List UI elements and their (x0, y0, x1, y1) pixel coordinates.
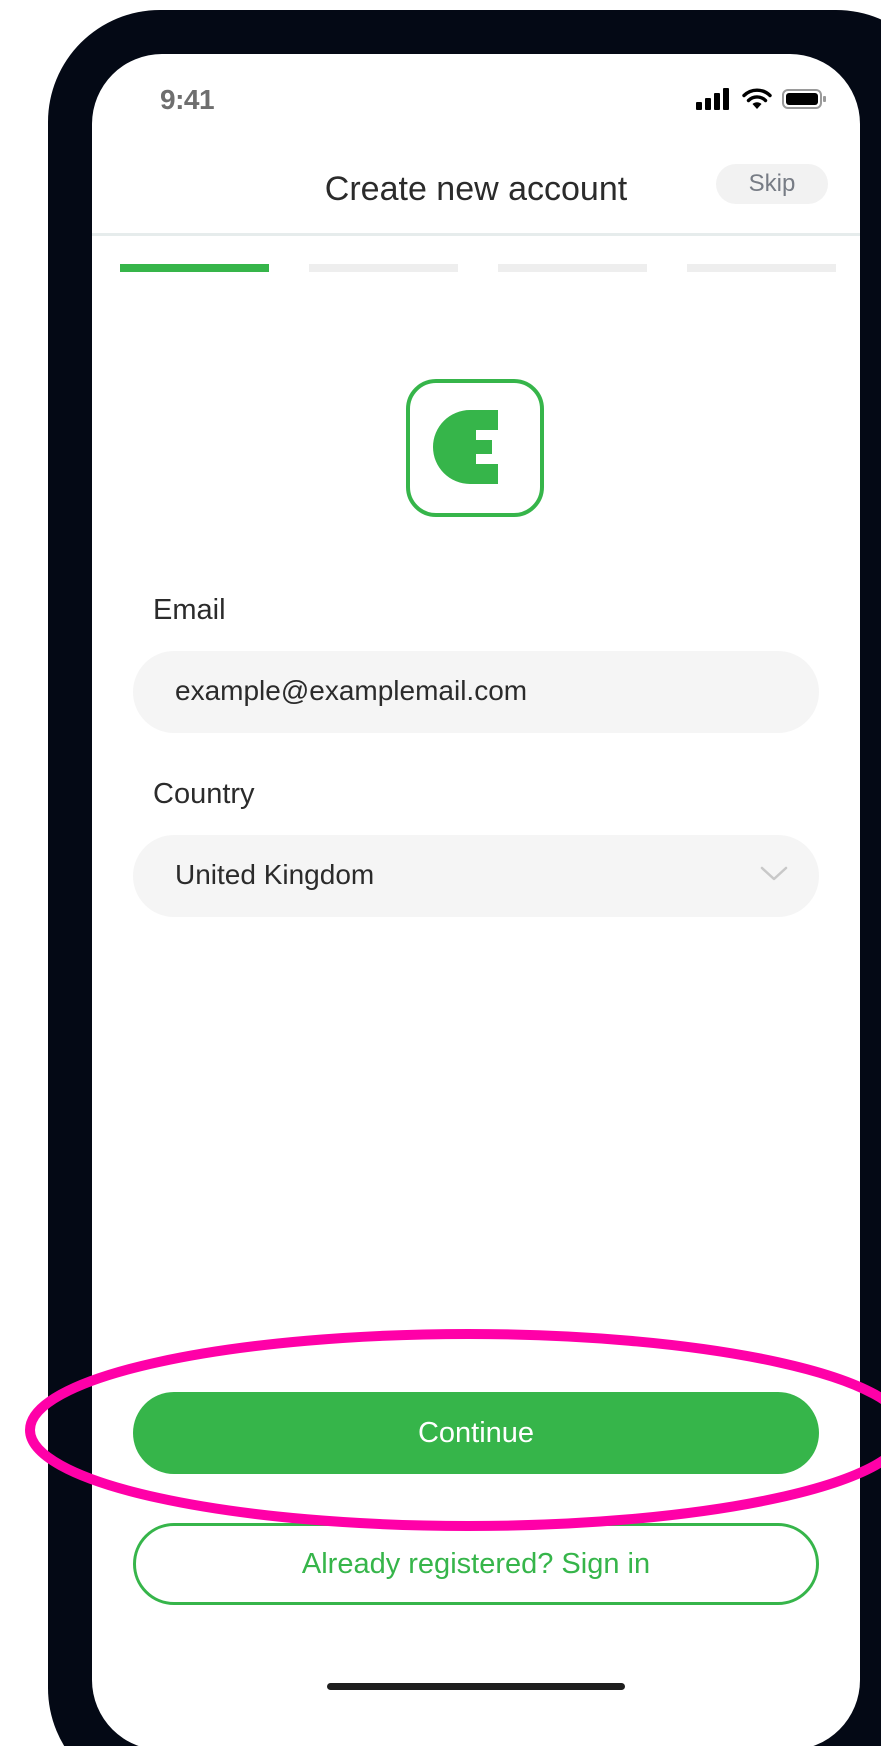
progress-indicator (120, 264, 836, 272)
wifi-icon (742, 88, 772, 110)
status-icons (696, 88, 828, 110)
email-label: Email (153, 594, 226, 626)
sign-in-button[interactable]: Already registered? Sign in (133, 1523, 819, 1605)
progress-step-2 (309, 264, 458, 272)
continue-button[interactable]: Continue (133, 1392, 819, 1474)
app-logo (406, 379, 544, 517)
cellular-signal-icon (696, 88, 732, 110)
status-time: 9:41 (160, 84, 215, 115)
header: Create new account Skip (92, 164, 860, 236)
email-field[interactable]: example@examplemail.com (133, 651, 819, 733)
battery-icon (782, 88, 828, 110)
country-value: United Kingdom (175, 859, 375, 890)
progress-step-4 (687, 264, 836, 272)
progress-step-1 (120, 264, 269, 272)
phone-screen: 9:41 Create new account Skip Email examp… (92, 54, 860, 1746)
country-label: Country (153, 778, 255, 810)
chevron-down-icon (759, 863, 789, 888)
email-value: example@examplemail.com (175, 675, 528, 706)
country-select[interactable]: United Kingdom (133, 835, 819, 917)
canvas: 9:41 Create new account Skip Email examp… (0, 0, 881, 1746)
app-logo-icon (433, 410, 498, 484)
skip-button[interactable]: Skip (716, 164, 828, 204)
progress-step-3 (498, 264, 647, 272)
home-indicator (327, 1683, 625, 1690)
